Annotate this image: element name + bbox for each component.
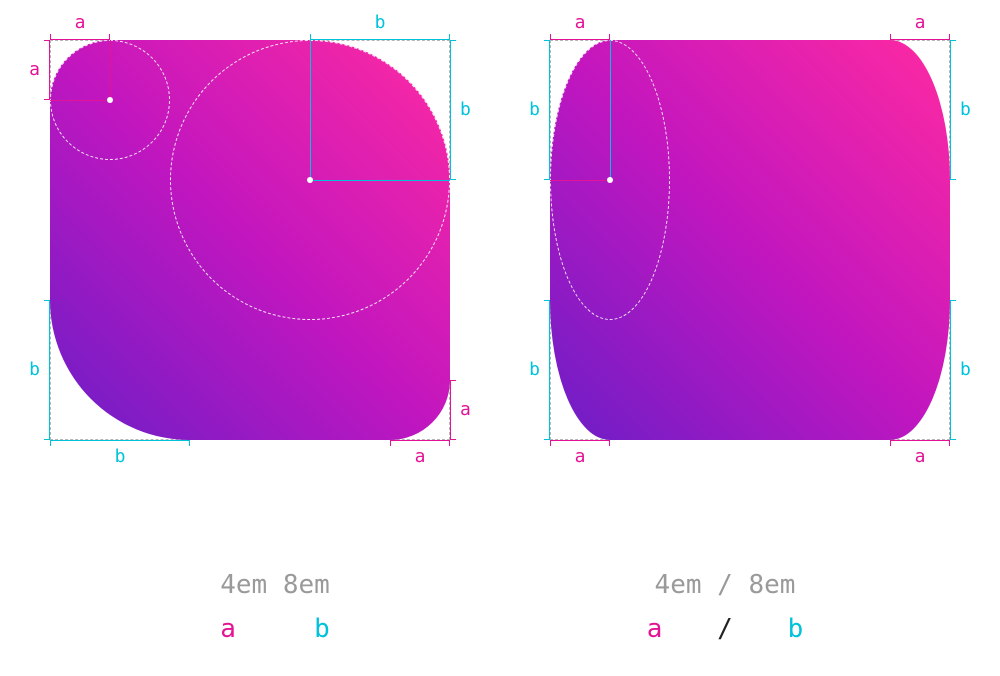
center-dot-small [107, 97, 113, 103]
bracket-top-right-a: a [890, 10, 950, 40]
bracket-right-top-b: b [950, 40, 980, 180]
bracket-label: b [529, 361, 540, 379]
bracket-label: b [960, 361, 971, 379]
css-value-left: 4em 8em [220, 570, 330, 600]
bracket-top-left-a: a [550, 10, 610, 40]
bracket-label: a [460, 401, 471, 419]
bracket-label: a [75, 14, 86, 32]
bracket-bottom-left-a: a [550, 440, 610, 470]
bracket-label: a [915, 14, 926, 32]
bracket-label: b [375, 14, 386, 32]
bracket-left-a: a [20, 40, 50, 100]
bracket-top-a: a [50, 10, 110, 40]
bracket-label: b [529, 101, 540, 119]
legend-right-slash: / [717, 614, 733, 644]
bracket-left-b: b [20, 300, 50, 440]
diagram-right: a a a a b b b b [550, 40, 950, 440]
bracket-label: a [915, 448, 926, 466]
bracket-bottom-right-a: a [890, 440, 950, 470]
legend-right-a: a [647, 614, 663, 644]
legend-left-b: b [314, 614, 330, 644]
css-value-right: 4em / 8em [655, 570, 796, 600]
bracket-right-a: a [450, 380, 480, 440]
bracket-right-b: b [450, 40, 480, 180]
bracket-label: b [460, 101, 471, 119]
bracket-label: a [575, 14, 586, 32]
bracket-label: b [29, 361, 40, 379]
center-dot-ellipse [607, 177, 613, 183]
legend-left-a: a [220, 614, 236, 644]
diagram-left: a b a b b a b a [50, 40, 450, 440]
bracket-bottom-a: a [390, 440, 450, 470]
bracket-bottom-b: b [50, 440, 190, 470]
bracket-label: a [575, 448, 586, 466]
bracket-left-top-b: b [520, 40, 550, 180]
bracket-label: a [415, 448, 426, 466]
rounded-rect-right [550, 40, 950, 440]
bracket-label: b [960, 101, 971, 119]
legend-right-b: b [788, 614, 804, 644]
center-dot-big [307, 177, 313, 183]
bracket-label: b [115, 448, 126, 466]
captions: 4em 8em 4em / 8em a b a / b [0, 570, 1000, 644]
bracket-left-bottom-b: b [520, 300, 550, 440]
bracket-right-bottom-b: b [950, 300, 980, 440]
bracket-top-b: b [310, 10, 450, 40]
bracket-label: a [29, 61, 40, 79]
